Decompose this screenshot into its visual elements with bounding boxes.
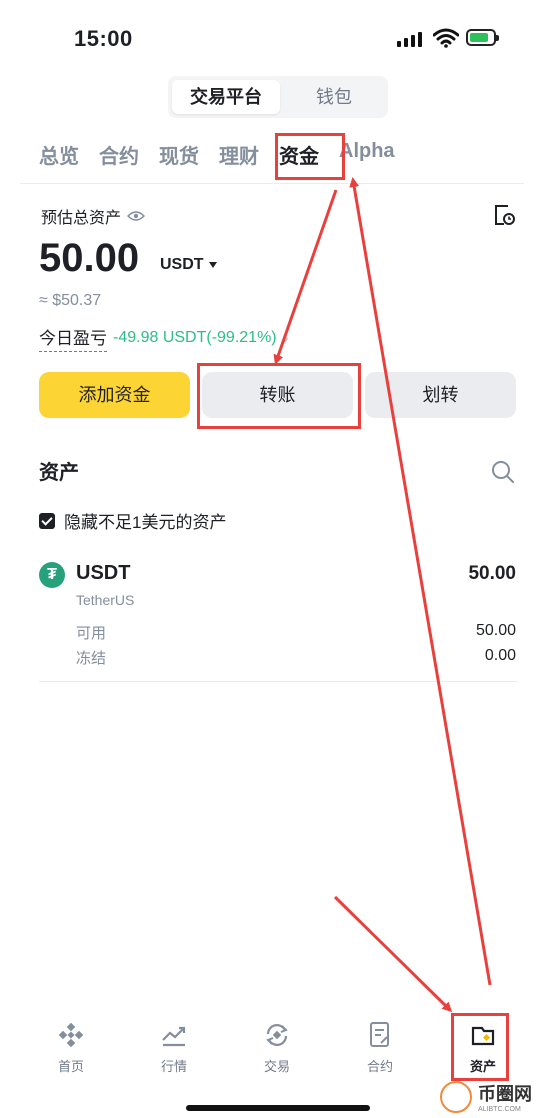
hide-small-assets-toggle[interactable]: 隐藏不足1美元的资产 [39, 508, 226, 533]
platform-switch: 交易平台 钱包 [168, 76, 388, 118]
markets-icon [134, 1020, 214, 1050]
frozen-label: 冻结 [76, 650, 107, 667]
nav-markets-label: 行情 [160, 1059, 187, 1074]
cellular-signal-icon [397, 32, 422, 47]
currency-selector[interactable]: USDT [160, 256, 218, 274]
history-icon[interactable] [492, 203, 516, 227]
nav-futures[interactable]: 合约 [340, 1020, 420, 1075]
today-pnl-value: -49.98 USDT(-99.21%) [113, 329, 277, 346]
futures-icon [340, 1020, 420, 1050]
nav-home[interactable]: 首页 [31, 1020, 111, 1075]
nav-trade[interactable]: 交易 [237, 1020, 317, 1075]
segment-wallet[interactable]: 钱包 [284, 80, 384, 114]
checkbox-icon[interactable] [39, 512, 55, 529]
nav-trade-label: 交易 [263, 1059, 290, 1074]
assets-heading: 资产 [39, 462, 79, 484]
total-balance: 50.00 [39, 236, 140, 280]
today-pnl[interactable]: 今日盈亏 -49.98 USDT(-99.21%) › [39, 324, 289, 352]
tab-earn[interactable]: 理财 [219, 140, 259, 169]
tab-alpha[interactable]: Alpha [339, 140, 395, 169]
tab-spot[interactable]: 现货 [159, 140, 199, 169]
frozen-value: 0.00 [484, 647, 516, 664]
watermark: 币圈网 ALIBTC.COM [440, 1080, 532, 1113]
watermark-logo-icon [440, 1080, 472, 1113]
internal-transfer-button[interactable]: 划转 [365, 372, 516, 418]
tab-overview[interactable]: 总览 [39, 140, 79, 169]
home-icon [31, 1020, 111, 1050]
coin-total: 50.00 [468, 563, 516, 584]
divider [20, 183, 524, 184]
search-icon[interactable] [490, 459, 516, 485]
trade-icon [237, 1020, 317, 1050]
divider [39, 681, 517, 682]
annotation-box-transfer [197, 363, 361, 429]
estimated-assets-label: 预估总资产 [41, 204, 146, 228]
coin-name: TetherUS [76, 592, 135, 608]
eye-icon[interactable] [127, 210, 146, 222]
today-pnl-label: 今日盈亏 [39, 324, 107, 352]
status-time: 15:00 [74, 26, 133, 51]
annotation-box-funding-tab [275, 133, 345, 180]
currency-label: USDT [160, 256, 204, 273]
wifi-icon [433, 28, 459, 48]
available-value: 50.00 [475, 622, 516, 639]
coin-symbol[interactable]: USDT [76, 562, 130, 585]
hide-small-assets-label: 隐藏不足1美元的资产 [64, 513, 227, 532]
home-indicator [186, 1105, 370, 1111]
estimated-assets-text: 预估总资产 [41, 210, 122, 227]
segment-exchange[interactable]: 交易平台 [172, 80, 280, 114]
approx-usd-value: ≈ $50.37 [39, 292, 102, 309]
watermark-title: 币圈网 [478, 1084, 532, 1104]
tab-futures[interactable]: 合约 [99, 140, 139, 169]
nav-futures-label: 合约 [366, 1059, 393, 1074]
annotation-box-assets-nav [451, 1013, 509, 1081]
caret-down-icon [208, 262, 217, 268]
watermark-sub: ALIBTC.COM [478, 1106, 521, 1113]
nav-home-label: 首页 [57, 1059, 84, 1074]
nav-markets[interactable]: 行情 [134, 1020, 214, 1075]
add-funds-button[interactable]: 添加资金 [39, 372, 190, 418]
battery-icon [466, 29, 499, 46]
usdt-icon: ₮ [39, 562, 65, 588]
chevron-right-icon: › [282, 327, 289, 348]
available-label: 可用 [76, 625, 107, 642]
